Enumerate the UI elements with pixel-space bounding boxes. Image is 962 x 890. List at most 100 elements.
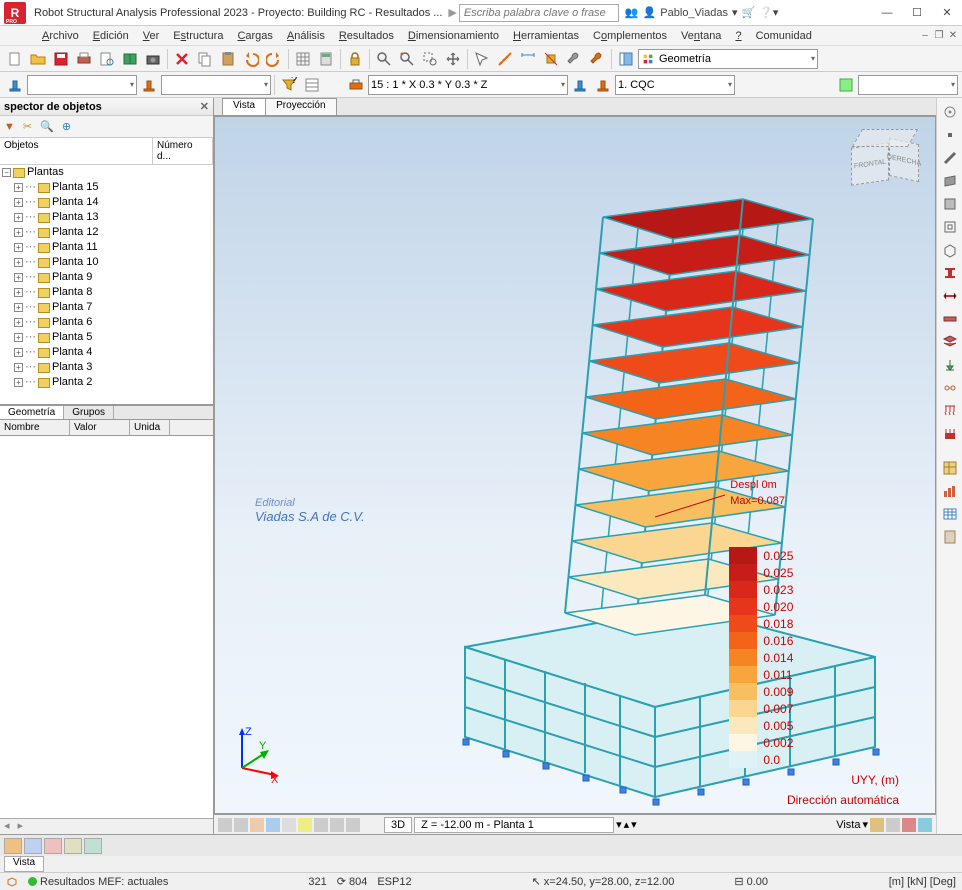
tree-item[interactable]: +⋯Planta 8 (0, 285, 213, 300)
vb-icon-4[interactable] (266, 818, 280, 832)
vb-icon-7[interactable] (314, 818, 328, 832)
menu-ver[interactable]: Ver (136, 28, 167, 44)
dim-icon[interactable] (517, 48, 539, 70)
menu-complementos[interactable]: Complementos (586, 28, 674, 44)
stamp3-icon[interactable] (569, 74, 591, 96)
edit-select-icon[interactable] (471, 48, 493, 70)
col-valor[interactable]: Valor (70, 420, 130, 435)
tree-root[interactable]: − Plantas (0, 165, 213, 180)
vb-r1-icon[interactable] (870, 818, 884, 832)
table-icon[interactable] (940, 504, 960, 524)
expand-icon[interactable]: + (14, 258, 23, 267)
expand-icon[interactable]: + (14, 318, 23, 327)
tab-grupos[interactable]: Grupos (64, 406, 114, 419)
3d-viewport[interactable]: FRONTAL DERECHA (214, 116, 936, 814)
filter2-icon[interactable]: ✂ (23, 120, 32, 133)
menu-analisis[interactable]: Análisis (280, 28, 332, 44)
expand-icon[interactable]: + (14, 183, 23, 192)
col-numero[interactable]: Número d... (153, 138, 213, 164)
menu-archivo[interactable]: Archivo (35, 28, 86, 44)
vb-icon-6[interactable] (298, 818, 312, 832)
box-icon[interactable] (940, 240, 960, 260)
expand-icon[interactable]: + (14, 198, 23, 207)
section-prev-icon[interactable]: ▴ (624, 818, 630, 831)
view-mode[interactable]: 3D (384, 817, 412, 833)
redo-icon[interactable] (263, 48, 285, 70)
copy-icon[interactable] (194, 48, 216, 70)
scroll-left-icon[interactable]: ◂ (0, 819, 14, 834)
view-section[interactable]: Z = -12.00 m - Planta 1 (414, 817, 614, 833)
case-combo[interactable]: 1. CQC ▾ (615, 75, 735, 95)
camera-icon[interactable] (142, 48, 164, 70)
stamp2-icon[interactable] (138, 74, 160, 96)
new-icon[interactable] (4, 48, 26, 70)
preview-icon[interactable] (96, 48, 118, 70)
find-icon[interactable]: 🔍 (40, 120, 54, 133)
material-icon[interactable] (940, 286, 960, 306)
property-grid[interactable] (0, 436, 213, 818)
vista-tab[interactable]: Vista (4, 856, 44, 872)
expand-icon[interactable]: + (14, 348, 23, 357)
expand-icon[interactable]: + (14, 333, 23, 342)
release-icon[interactable] (940, 378, 960, 398)
expand-icon[interactable]: + (14, 243, 23, 252)
menu-edicion[interactable]: Edición (86, 28, 136, 44)
opening-icon[interactable] (940, 217, 960, 237)
tree-item[interactable]: +⋯Planta 11 (0, 240, 213, 255)
selection-combo-2[interactable]: ▾ (161, 75, 271, 95)
tree-item[interactable]: +⋯Planta 15 (0, 180, 213, 195)
axis-triad[interactable]: Z X Y (227, 723, 287, 783)
section-next-icon[interactable]: ▾ (631, 818, 637, 831)
cart-icon[interactable]: 🛒 (742, 6, 756, 19)
bt-3[interactable] (44, 838, 62, 854)
expand-icon[interactable]: + (14, 288, 23, 297)
tab-proyeccion[interactable]: Proyección (265, 98, 336, 115)
expand-icon[interactable]: + (14, 363, 23, 372)
scroll-right-icon[interactable]: ▸ (14, 819, 28, 834)
menu-cargas[interactable]: Cargas (230, 28, 279, 44)
vb-r2-icon[interactable] (886, 818, 900, 832)
tree-item[interactable]: +⋯Planta 14 (0, 195, 213, 210)
print-icon[interactable] (73, 48, 95, 70)
layout-combo[interactable]: Geometría ▾ (638, 49, 818, 69)
menu-resultados[interactable]: Resultados (332, 28, 401, 44)
layout-icon[interactable] (615, 48, 637, 70)
tree-item[interactable]: +⋯Planta 10 (0, 255, 213, 270)
close-button[interactable]: ✕ (932, 3, 962, 23)
vb-icon-5[interactable] (282, 818, 296, 832)
menu-comunidad[interactable]: Comunidad (749, 28, 819, 44)
vb-icon-9[interactable] (346, 818, 360, 832)
pan-icon[interactable] (442, 48, 464, 70)
vb-r4-icon[interactable] (918, 818, 932, 832)
col-objetos[interactable]: Objetos (0, 138, 153, 164)
user-name[interactable]: Pablo_Viadas (660, 7, 728, 19)
calc-icon[interactable] (315, 48, 337, 70)
wrench2-icon[interactable] (586, 48, 608, 70)
tree-item[interactable]: +⋯Planta 5 (0, 330, 213, 345)
user-icon[interactable]: 👤 (643, 6, 657, 19)
vb-icon-3[interactable] (250, 818, 264, 832)
expand-icon[interactable]: + (14, 378, 23, 387)
collapse-icon[interactable]: − (2, 168, 11, 177)
vb-icon-1[interactable] (218, 818, 232, 832)
section-mode-icon[interactable] (345, 74, 367, 96)
expand-icon[interactable]: + (14, 303, 23, 312)
expand-icon[interactable]: + (14, 213, 23, 222)
col-nombre[interactable]: Nombre (0, 420, 70, 435)
zoom-extents-icon[interactable] (396, 48, 418, 70)
measure-icon[interactable] (494, 48, 516, 70)
support-icon[interactable] (940, 355, 960, 375)
object-tree[interactable]: − Plantas +⋯Planta 15+⋯Planta 14 +⋯Planta… (0, 165, 213, 405)
mesh-icon[interactable] (940, 458, 960, 478)
minimize-button[interactable]: — (872, 3, 902, 23)
wrench-icon[interactable] (563, 48, 585, 70)
col-unidad[interactable]: Unida (130, 420, 170, 435)
tree-item[interactable]: +⋯Planta 3 (0, 360, 213, 375)
expand-icon[interactable]: + (14, 228, 23, 237)
zoom-window-icon[interactable] (419, 48, 441, 70)
stamp4-icon[interactable] (592, 74, 614, 96)
tree-item[interactable]: +⋯Planta 9 (0, 270, 213, 285)
menu-herramientas[interactable]: Herramientas (506, 28, 586, 44)
filter-icon[interactable]: ? (278, 74, 300, 96)
tree-item[interactable]: +⋯Planta 6 (0, 315, 213, 330)
